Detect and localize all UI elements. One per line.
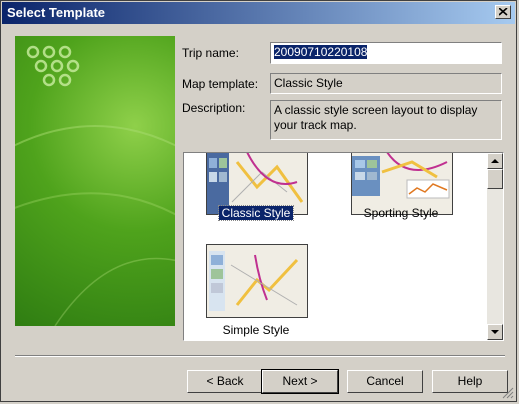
close-button[interactable] xyxy=(495,5,511,19)
close-icon xyxy=(499,8,508,16)
scroll-up-button[interactable] xyxy=(487,153,503,169)
trip-name-value: 20090710220108 xyxy=(274,45,368,59)
scroll-thumb[interactable] xyxy=(487,169,503,189)
template-caption-sporting[interactable]: Sporting Style xyxy=(346,206,456,220)
cancel-button[interactable]: Cancel xyxy=(347,370,423,393)
gallery-scrollbar[interactable] xyxy=(487,153,503,340)
scroll-down-button[interactable] xyxy=(487,324,503,340)
description-value: A classic style screen layout to display… xyxy=(274,103,478,132)
map-template-field: Classic Style xyxy=(270,73,502,94)
map-template-label: Map template: xyxy=(182,77,259,91)
sporting-map-preview xyxy=(352,153,452,214)
resize-grip-icon[interactable] xyxy=(502,387,514,399)
description-field: A classic style screen layout to display… xyxy=(270,100,502,140)
template-caption-classic[interactable]: Classic Style xyxy=(201,205,311,221)
logo-icon xyxy=(26,45,80,87)
classic-map-preview xyxy=(207,153,307,214)
template-gallery[interactable]: Classic Style Sporting Style Simple Styl… xyxy=(183,152,504,341)
select-template-dialog: Select Template Trip name: 2009071022010… xyxy=(0,0,517,402)
next-button[interactable]: Next > xyxy=(261,369,339,394)
description-label: Description: xyxy=(182,101,246,115)
arrow-down-icon xyxy=(491,330,499,334)
banner-decoration xyxy=(15,45,175,326)
template-caption-simple[interactable]: Simple Style xyxy=(201,323,311,337)
title-bar[interactable]: Select Template xyxy=(2,2,515,24)
simple-map-preview xyxy=(207,245,307,317)
trip-name-input[interactable]: 20090710220108 xyxy=(270,42,502,64)
map-template-value: Classic Style xyxy=(274,76,343,90)
arrow-up-icon xyxy=(491,159,499,163)
button-divider xyxy=(15,355,505,357)
template-thumb-simple[interactable] xyxy=(206,244,308,318)
window-title: Select Template xyxy=(7,5,106,20)
help-button[interactable]: Help xyxy=(432,370,508,393)
back-button[interactable]: < Back xyxy=(187,370,263,393)
wizard-banner-image xyxy=(15,36,175,326)
trip-name-label: Trip name: xyxy=(182,46,239,60)
